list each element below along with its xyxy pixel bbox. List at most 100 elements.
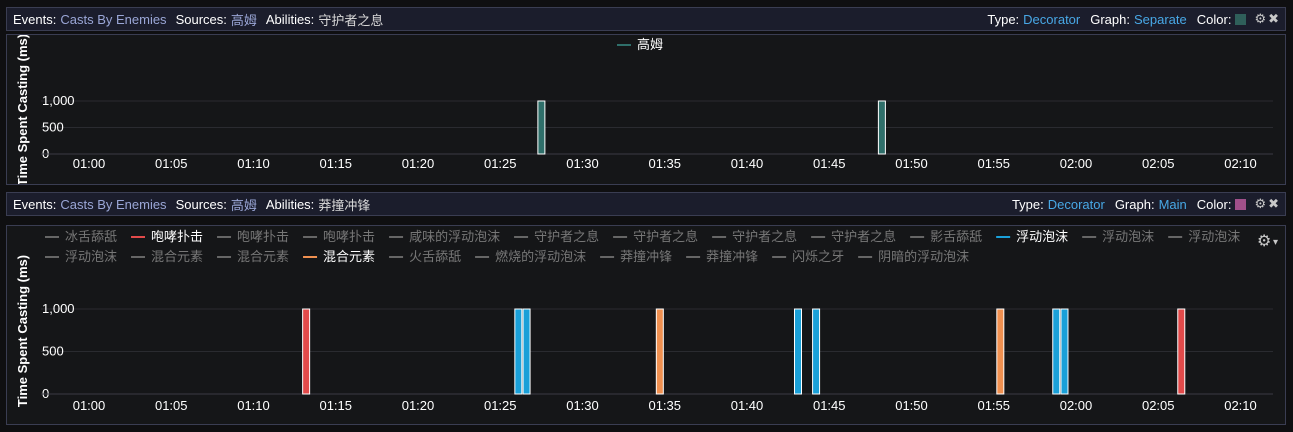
bar[interactable] — [996, 308, 1005, 395]
close-icon[interactable]: ✖ — [1268, 196, 1279, 212]
bar[interactable] — [1177, 308, 1186, 395]
x-tick-label: 01:15 — [319, 156, 352, 171]
legend-label: 浮动泡沫 — [1188, 229, 1240, 244]
legend-label: 火舌舔舐 — [409, 249, 461, 264]
type-label: Type: — [1011, 196, 1044, 212]
events-value[interactable]: Casts By Enemies — [60, 197, 166, 212]
legend-item[interactable]: 守护者之息 — [811, 229, 896, 244]
legend-item[interactable]: 咆哮扑击 — [217, 229, 289, 244]
abilities-label: Abilities: — [265, 196, 315, 212]
bar[interactable] — [514, 308, 523, 395]
abilities-label: Abilities: — [265, 11, 315, 27]
type-label: Type: — [987, 11, 1020, 27]
graph-value[interactable]: Separate — [1134, 12, 1187, 27]
legend-item[interactable]: 咸味的浮动泡沫 — [389, 229, 500, 244]
legend-label: 莽撞冲锋 — [620, 249, 672, 264]
legend-item[interactable]: 阴暗的浮动泡沫 — [858, 249, 969, 264]
bar[interactable] — [1052, 308, 1061, 395]
y-tick-label: 1,000 — [42, 301, 75, 316]
legend-item[interactable]: 浮动泡沫 — [45, 249, 117, 264]
bar[interactable] — [793, 308, 802, 395]
legend-item[interactable]: 守护者之息 — [712, 229, 797, 244]
legend-item[interactable]: 冰舌舔舐 — [45, 229, 117, 244]
type-value[interactable]: Decorator — [1023, 12, 1080, 27]
x-tick-label: 01:25 — [484, 156, 517, 171]
legend-item[interactable]: 影舌舔舐 — [910, 229, 982, 244]
events-value[interactable]: Casts By Enemies — [60, 12, 166, 27]
graph-label: Graph: — [1090, 11, 1130, 27]
y-tick-label: 500 — [42, 120, 64, 135]
legend-label: 浮动泡沫 — [1102, 229, 1154, 244]
sources-label: Sources: — [175, 11, 227, 27]
x-tick-label: 01:55 — [977, 156, 1010, 171]
legend-item[interactable]: 混合元素 — [131, 249, 203, 264]
gear-icon[interactable]: ⚙ — [1254, 196, 1266, 212]
legend-label: 混合元素 — [323, 249, 375, 264]
bar[interactable] — [877, 100, 886, 155]
x-tick-label: 01:10 — [237, 156, 270, 171]
close-icon[interactable]: ✖ — [1268, 11, 1279, 27]
color-label: Color: — [1196, 196, 1232, 212]
x-tick-label: 02:10 — [1224, 156, 1257, 171]
legend-label: 浮动泡沫 — [65, 249, 117, 264]
gear-icon[interactable]: ⚙ — [1257, 233, 1271, 250]
legend-item[interactable]: 咆哮扑击 — [131, 229, 203, 244]
x-tick-label: 02:10 — [1224, 398, 1257, 413]
legend-item[interactable]: 莽撞冲锋 — [600, 249, 672, 264]
legend-label: 咆哮扑击 — [151, 229, 203, 244]
x-tick-label: 01:45 — [813, 156, 846, 171]
legend-label: 咆哮扑击 — [323, 229, 375, 244]
chart-2-svg: 05001,00001:0001:0501:1001:1501:2001:250… — [15, 229, 1278, 413]
bar[interactable] — [812, 308, 821, 395]
y-axis-label: Time Spent Casting (ms) — [15, 255, 30, 407]
legend-item[interactable]: 闪烁之牙 — [772, 249, 844, 264]
legend-label: 守护者之息 — [633, 229, 698, 244]
legend-item[interactable]: 混合元素 — [217, 249, 289, 264]
type-value[interactable]: Decorator — [1048, 197, 1105, 212]
x-tick-label: 02:05 — [1142, 156, 1175, 171]
bar[interactable] — [537, 100, 546, 155]
legend-item[interactable]: 浮动泡沫 — [1168, 229, 1240, 244]
legend-item[interactable]: 浮动泡沫 — [1082, 229, 1154, 244]
x-tick-label: 01:50 — [895, 398, 928, 413]
gear-icon[interactable]: ⚙ — [1254, 11, 1266, 27]
bar[interactable] — [1060, 308, 1069, 395]
sources-value[interactable]: 高姆 — [231, 10, 257, 29]
panel-2-header: Events: Casts By Enemies Sources: 高姆 Abi… — [6, 192, 1286, 216]
legend-item[interactable]: 守护者之息 — [514, 229, 599, 244]
legend-item[interactable]: 混合元素 — [303, 249, 375, 264]
x-tick-label: 01:10 — [237, 398, 270, 413]
x-tick-label: 01:50 — [895, 156, 928, 171]
legend-item[interactable]: 高姆 — [617, 37, 663, 52]
legend-item[interactable]: 燃烧的浮动泡沫 — [475, 249, 586, 264]
legend-item[interactable]: 守护者之息 — [613, 229, 698, 244]
chevron-down-icon[interactable]: ▾ — [1273, 237, 1278, 248]
x-tick-label: 01:25 — [484, 398, 517, 413]
legend-item[interactable]: 浮动泡沫 — [996, 229, 1068, 244]
legend-item[interactable]: 咆哮扑击 — [303, 229, 375, 244]
legend-label: 咸味的浮动泡沫 — [409, 229, 500, 244]
bar[interactable] — [655, 308, 664, 395]
legend-item[interactable]: 莽撞冲锋 — [686, 249, 758, 264]
color-swatch[interactable] — [1235, 198, 1247, 210]
graph-value[interactable]: Main — [1159, 197, 1187, 212]
x-tick-label: 01:15 — [319, 398, 352, 413]
color-label: Color: — [1196, 11, 1232, 27]
abilities-value[interactable]: 守护者之息 — [318, 10, 383, 29]
abilities-value[interactable]: 莽撞冲锋 — [318, 195, 370, 214]
legend-label: 咆哮扑击 — [237, 229, 289, 244]
panel-1-header: Events: Casts By Enemies Sources: 高姆 Abi… — [6, 7, 1286, 31]
x-tick-label: 01:30 — [566, 156, 599, 171]
events-label: Events: — [13, 11, 57, 27]
y-tick-label: 1,000 — [42, 93, 75, 108]
chart-1-svg: 05001,00001:0001:0501:1001:1501:2001:250… — [15, 34, 1273, 186]
x-tick-label: 01:55 — [977, 398, 1010, 413]
bar[interactable] — [302, 308, 311, 395]
legend-label: 守护者之息 — [534, 229, 599, 244]
x-tick-label: 01:20 — [402, 398, 435, 413]
legend-item[interactable]: 火舌舔舐 — [389, 249, 461, 264]
color-swatch[interactable] — [1235, 13, 1247, 25]
legend-label: 燃烧的浮动泡沫 — [495, 249, 586, 264]
sources-value[interactable]: 高姆 — [231, 195, 257, 214]
bar[interactable] — [522, 308, 531, 395]
